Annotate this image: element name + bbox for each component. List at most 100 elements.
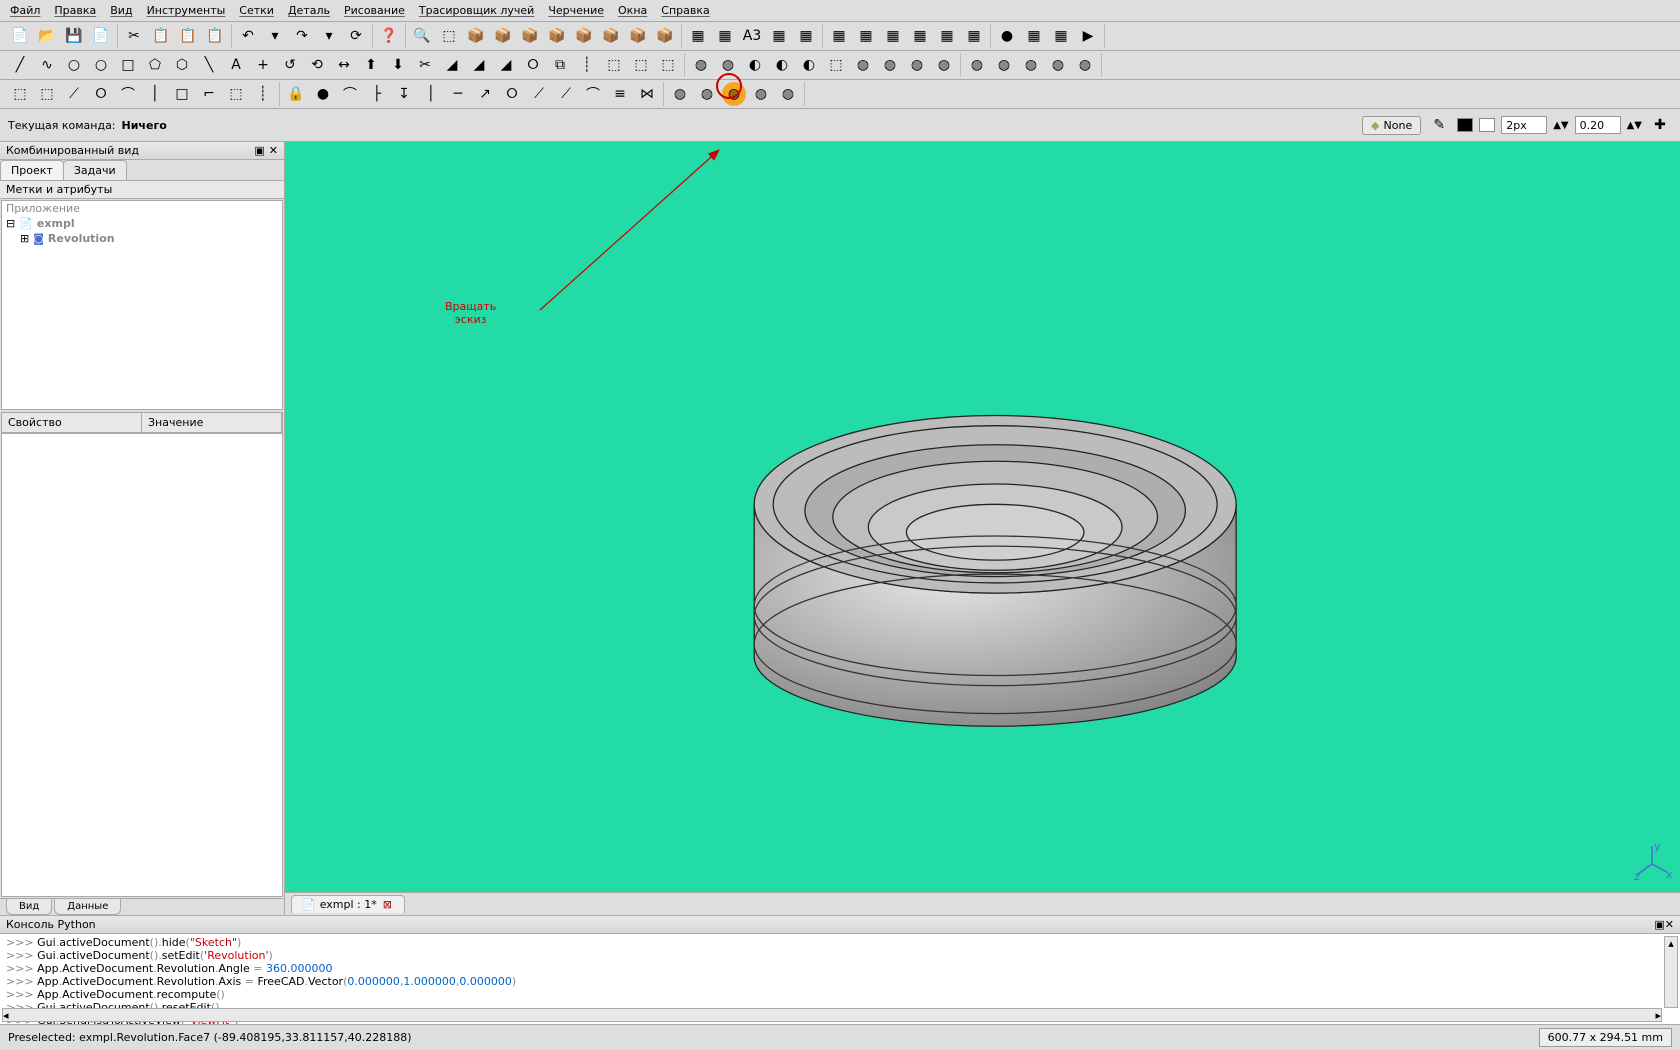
toolbar-btn-r3-g2-i3[interactable]: ◍ bbox=[749, 82, 773, 106]
console-output[interactable]: >>> Gui.activeDocument().hide("Sketch")>… bbox=[0, 934, 1680, 1024]
toolbar-btn-r2-g1-i6[interactable]: ◍ bbox=[851, 53, 875, 77]
toolbar-btn-r3-g0-i1[interactable]: ⬚ bbox=[35, 82, 59, 106]
toolbar-btn-r3-g0-i5[interactable]: │ bbox=[143, 82, 167, 106]
view-tab-doc[interactable]: 📄 exmpl : 1* ⊠ bbox=[291, 895, 405, 913]
menu-Окна[interactable]: Окна bbox=[612, 2, 653, 19]
toolbar-btn-r1-g0-i1[interactable]: 📂 bbox=[35, 24, 59, 48]
toolbar-btn-r3-g0-i9[interactable]: ┊ bbox=[251, 82, 275, 106]
toolbar-btn-r1-g4-i3[interactable]: 📦 bbox=[491, 24, 515, 48]
toolbar-btn-r1-g4-i4[interactable]: 📦 bbox=[518, 24, 542, 48]
3d-viewport[interactable]: Вращать эскиз y x z 📄 exmpl : 1* ⊠ bbox=[285, 142, 1680, 915]
menu-Справка[interactable]: Справка bbox=[655, 2, 715, 19]
toolbar-btn-r2-g0-i21[interactable]: ┊ bbox=[575, 53, 599, 77]
toolbar-btn-r1-g5-i0[interactable]: ▦ bbox=[686, 24, 710, 48]
tab-view[interactable]: Вид bbox=[6, 899, 52, 915]
toolbar-btn-r2-g2-i3[interactable]: ◍ bbox=[1046, 53, 1070, 77]
menu-Черчение[interactable]: Черчение bbox=[542, 2, 610, 19]
toolbar-btn-r2-g0-i8[interactable]: A bbox=[224, 53, 248, 77]
property-area[interactable] bbox=[1, 433, 283, 897]
toolbar-btn-r3-g2-i0[interactable]: ◍ bbox=[668, 82, 692, 106]
toolbar-btn-r1-g7-i2[interactable]: ▦ bbox=[1049, 24, 1073, 48]
construction-mode-icon[interactable]: ✚ bbox=[1648, 113, 1672, 137]
toolbar-btn-r2-g0-i1[interactable]: ∿ bbox=[35, 53, 59, 77]
close-icon[interactable]: ✕ bbox=[1665, 918, 1674, 931]
tree-node-doc[interactable]: ⊟ 📄 exmpl bbox=[2, 216, 282, 231]
toolbar-btn-r1-g5-i3[interactable]: ▦ bbox=[767, 24, 791, 48]
toolbar-btn-r2-g0-i13[interactable]: ⬆ bbox=[359, 53, 383, 77]
menu-Деталь[interactable]: Деталь bbox=[282, 2, 336, 19]
toolbar-btn-r3-g1-i8[interactable]: ⭘ bbox=[500, 82, 524, 106]
toolbar-btn-r3-g1-i9[interactable]: ⟋ bbox=[527, 82, 551, 106]
toolbar-btn-r1-g4-i5[interactable]: 📦 bbox=[545, 24, 569, 48]
toolbar-btn-r1-g4-i1[interactable]: ⬚ bbox=[437, 24, 461, 48]
toolbar-btn-r3-g1-i6[interactable]: ─ bbox=[446, 82, 470, 106]
toolbar-btn-r3-g1-i11[interactable]: ⌒ bbox=[581, 82, 605, 106]
toolbar-btn-r2-g1-i9[interactable]: ◍ bbox=[932, 53, 956, 77]
toolbar-btn-r1-g6-i2[interactable]: ▦ bbox=[881, 24, 905, 48]
toolbar-btn-r1-g7-i3[interactable]: ▶ bbox=[1076, 24, 1100, 48]
toolbar-btn-r3-g1-i3[interactable]: ├ bbox=[365, 82, 389, 106]
toolbar-btn-r2-g0-i4[interactable]: □ bbox=[116, 53, 140, 77]
toolbar-btn-r2-g2-i2[interactable]: ◍ bbox=[1019, 53, 1043, 77]
toolbar-btn-r2-g2-i1[interactable]: ◍ bbox=[992, 53, 1016, 77]
toolbar-btn-r1-g6-i3[interactable]: ▦ bbox=[908, 24, 932, 48]
toolbar-btn-r2-g1-i2[interactable]: ◐ bbox=[743, 53, 767, 77]
toolbar-btn-r3-g1-i2[interactable]: ⌒ bbox=[338, 82, 362, 106]
toolbar-btn-r1-g4-i0[interactable]: 🔍 bbox=[410, 24, 434, 48]
toolbar-btn-r1-g2-i1[interactable]: ▾ bbox=[263, 24, 287, 48]
undock-icon[interactable]: ▣ bbox=[1654, 918, 1664, 931]
toolbar-btn-r2-g0-i12[interactable]: ↔ bbox=[332, 53, 356, 77]
toolbar-btn-r2-g0-i9[interactable]: + bbox=[251, 53, 275, 77]
numeric-input[interactable]: 0.20 bbox=[1575, 116, 1621, 134]
close-icon[interactable]: ✕ bbox=[269, 144, 278, 157]
toolbar-btn-r2-g0-i14[interactable]: ⬇ bbox=[386, 53, 410, 77]
toolbar-btn-r1-g3-i0[interactable]: ❓ bbox=[377, 24, 401, 48]
toolbar-btn-r1-g4-i2[interactable]: 📦 bbox=[464, 24, 488, 48]
toolbar-btn-r3-g1-i10[interactable]: ⟋ bbox=[554, 82, 578, 106]
toolbar-btn-r2-g0-i2[interactable]: ○ bbox=[62, 53, 86, 77]
toolbar-btn-r1-g6-i0[interactable]: ▦ bbox=[827, 24, 851, 48]
eyedropper-icon[interactable]: ✎ bbox=[1427, 113, 1451, 137]
toolbar-btn-r1-g1-i1[interactable]: 📋 bbox=[149, 24, 173, 48]
toolbar-btn-r3-g1-i7[interactable]: ↗ bbox=[473, 82, 497, 106]
scrollbar-vertical[interactable]: ▴ bbox=[1664, 936, 1678, 1008]
toolbar-btn-r3-g2-i4[interactable]: ◍ bbox=[776, 82, 800, 106]
toolbar-btn-r2-g1-i4[interactable]: ◐ bbox=[797, 53, 821, 77]
toolbar-btn-r2-g0-i15[interactable]: ✂ bbox=[413, 53, 437, 77]
toolbar-btn-r2-g0-i20[interactable]: ⧉ bbox=[548, 53, 572, 77]
toolbar-btn-r2-g0-i17[interactable]: ◢ bbox=[467, 53, 491, 77]
toolbar-btn-r2-g1-i3[interactable]: ◐ bbox=[770, 53, 794, 77]
toolbar-btn-r1-g2-i4[interactable]: ⟳ bbox=[344, 24, 368, 48]
toolbar-btn-r2-g1-i1[interactable]: ◍ bbox=[716, 53, 740, 77]
toolbar-btn-r2-g0-i3[interactable]: ○ bbox=[89, 53, 113, 77]
toolbar-btn-r1-g1-i2[interactable]: 📋 bbox=[176, 24, 200, 48]
toolbar-btn-r2-g0-i0[interactable]: ╱ bbox=[8, 53, 32, 77]
toolbar-btn-r2-g0-i5[interactable]: ⬠ bbox=[143, 53, 167, 77]
toolbar-btn-r1-g2-i3[interactable]: ▾ bbox=[317, 24, 341, 48]
toolbar-btn-r2-g0-i10[interactable]: ↺ bbox=[278, 53, 302, 77]
toolbar-btn-r2-g0-i22[interactable]: ⬚ bbox=[602, 53, 626, 77]
toolbar-btn-r3-g0-i8[interactable]: ⬚ bbox=[224, 82, 248, 106]
toolbar-btn-r1-g5-i2[interactable]: A3 bbox=[740, 24, 764, 48]
toolbar-btn-r3-g0-i7[interactable]: ⌐ bbox=[197, 82, 221, 106]
tab-project[interactable]: Проект bbox=[0, 160, 64, 180]
toolbar-btn-r2-g1-i5[interactable]: ⬚ bbox=[824, 53, 848, 77]
menu-Правка[interactable]: Правка bbox=[48, 2, 102, 19]
fill-color-swatch[interactable] bbox=[1479, 118, 1495, 132]
toolbar-btn-r1-g4-i6[interactable]: 📦 bbox=[572, 24, 596, 48]
toolbar-btn-r2-g0-i19[interactable]: ⭘ bbox=[521, 53, 545, 77]
toolbar-btn-r1-g7-i1[interactable]: ▦ bbox=[1022, 24, 1046, 48]
tree-node-revolution[interactable]: ⊞ ◙ Revolution bbox=[16, 231, 282, 246]
toolbar-btn-r1-g0-i3[interactable]: 📄 bbox=[89, 24, 113, 48]
menu-Инструменты[interactable]: Инструменты bbox=[141, 2, 232, 19]
toolbar-btn-r3-g0-i0[interactable]: ⬚ bbox=[8, 82, 32, 106]
undock-icon[interactable]: ▣ bbox=[254, 144, 264, 157]
toolbar-btn-r3-g2-i1[interactable]: ◍ bbox=[695, 82, 719, 106]
toolbar-btn-r1-g6-i1[interactable]: ▦ bbox=[854, 24, 878, 48]
toolbar-btn-r1-g4-i7[interactable]: 📦 bbox=[599, 24, 623, 48]
toolbar-btn-r2-g0-i11[interactable]: ⟲ bbox=[305, 53, 329, 77]
menu-Вид[interactable]: Вид bbox=[104, 2, 138, 19]
toolbar-btn-r1-g5-i4[interactable]: ▦ bbox=[794, 24, 818, 48]
toolbar-btn-r1-g6-i4[interactable]: ▦ bbox=[935, 24, 959, 48]
toolbar-btn-r1-g4-i9[interactable]: 📦 bbox=[653, 24, 677, 48]
